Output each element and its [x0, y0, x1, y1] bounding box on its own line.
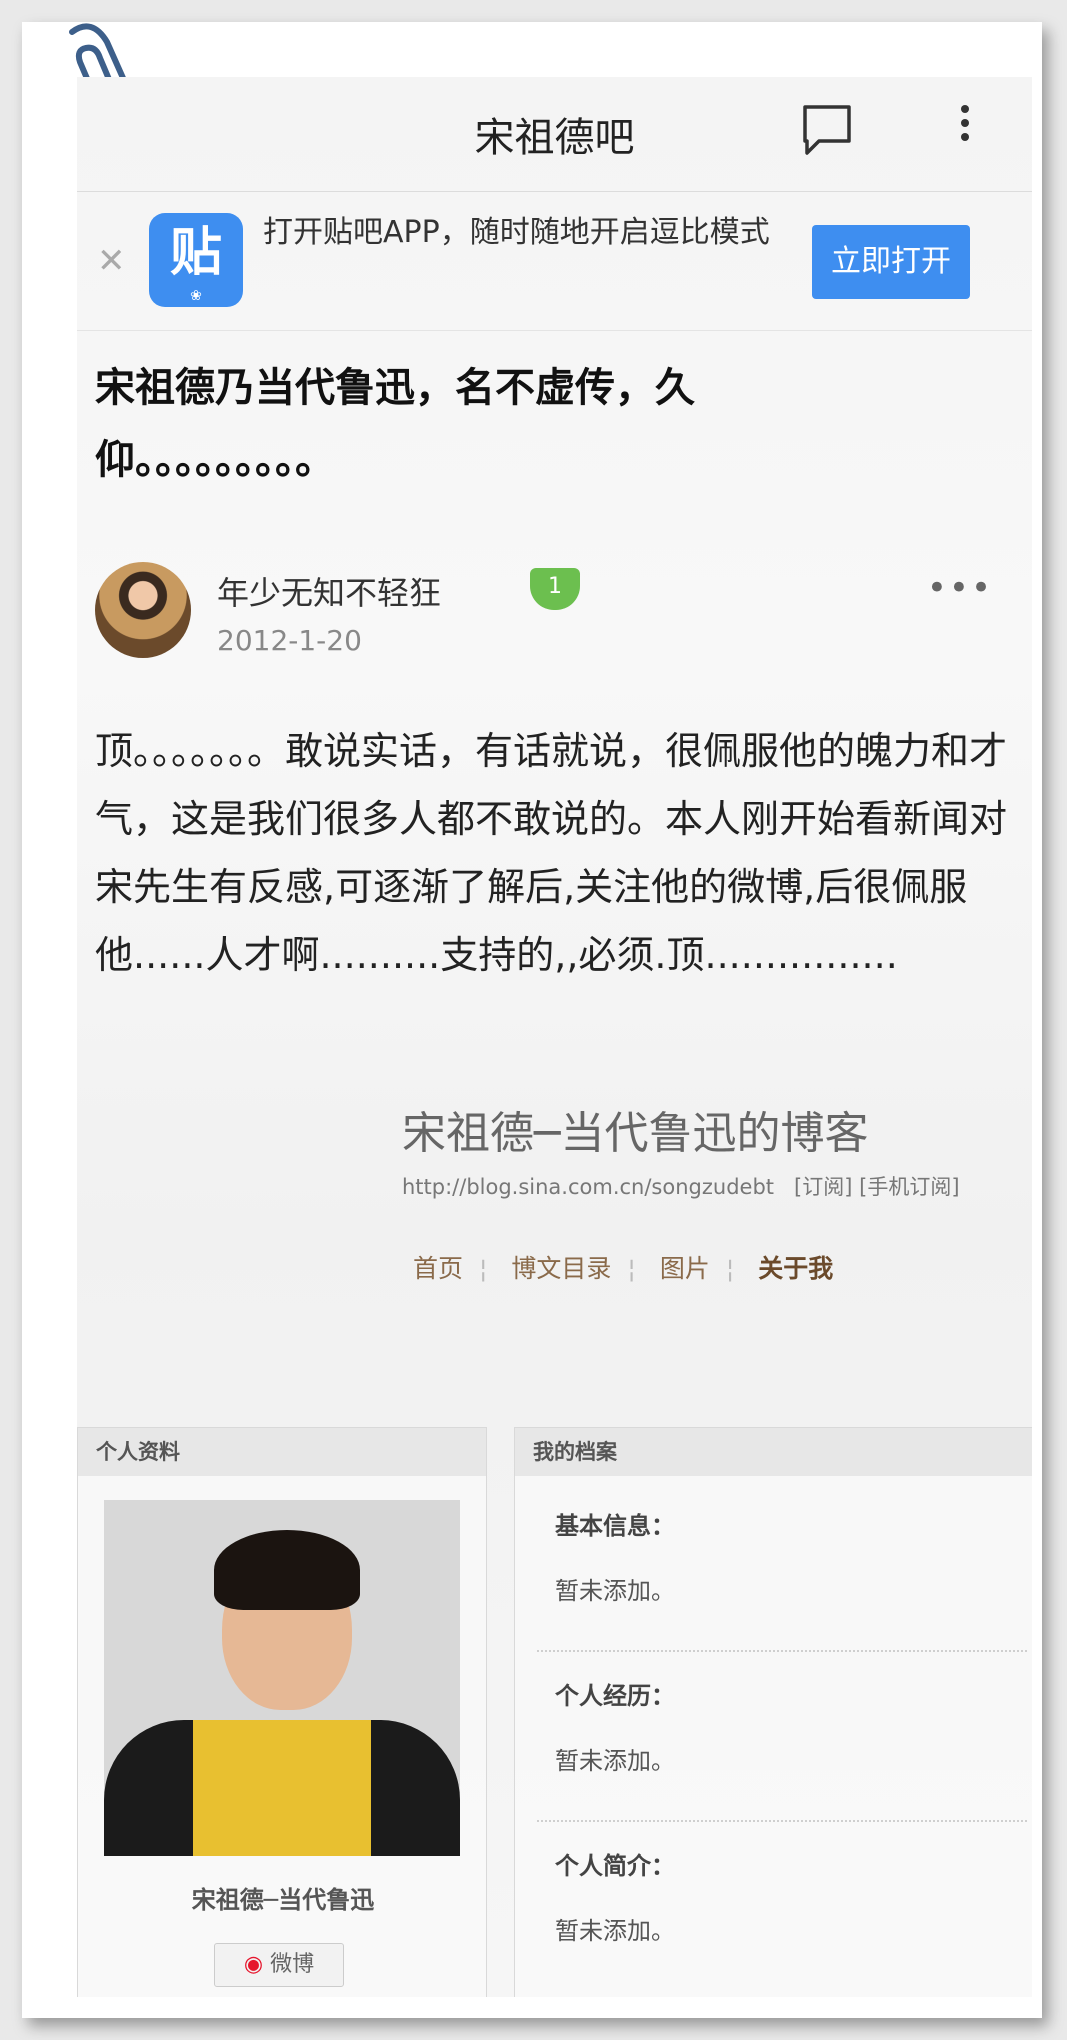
blog-url: http://blog.sina.com.cn/songzudebt: [402, 1175, 775, 1199]
nav-articles: 博文目录: [511, 1254, 612, 1283]
page-title: 宋祖德吧: [474, 115, 635, 161]
post-date: 2012-1-20: [217, 624, 362, 657]
blog-screenshot-header: 宋祖德─当代鲁迅的博客 http://blog.sina.com.cn/song…: [77, 1097, 1032, 1377]
section-value: 暂未添加。: [555, 1577, 675, 1605]
tieba-screen: 宋祖德吧 ✕ 贴 ❀ 打开贴吧APP，随时随地开启逗比模式 立即打开 宋祖德乃当…: [77, 77, 1032, 1997]
section-label: 基本信息：: [555, 1512, 675, 1540]
profile-header: 个人资料: [78, 1428, 486, 1476]
section-value: 暂未添加。: [555, 1917, 675, 1945]
subscribe-link: [订阅]: [794, 1175, 853, 1199]
profile-caption: 宋祖德─当代鲁迅: [191, 1886, 375, 1914]
profile-photo: [104, 1500, 460, 1856]
divider: [537, 1820, 1027, 1822]
intro-section: 个人简介： 暂未添加。: [555, 1846, 1015, 1946]
nav-pictures: 图片: [659, 1254, 710, 1283]
top-bar: 宋祖德吧: [77, 77, 1032, 192]
blog-nav: 首页 ¦ 博文目录 ¦ 图片 ¦ 关于我: [397, 1249, 849, 1285]
weibo-button: ◉ 微博: [214, 1943, 344, 1987]
archive-header: 我的档案: [515, 1428, 1032, 1476]
divider: [537, 1650, 1027, 1652]
logo-char: 贴: [169, 223, 222, 283]
blog-url-line: http://blog.sina.com.cn/songzudebt [订阅] …: [402, 1171, 960, 1201]
basic-info-section: 基本信息： 暂未添加。: [555, 1506, 1015, 1606]
banner-text: 打开贴吧APP，随时随地开启逗比模式: [263, 215, 770, 250]
blog-title: 宋祖德─当代鲁迅的博客: [402, 1108, 869, 1159]
close-banner-icon[interactable]: ✕: [97, 241, 126, 281]
paw-icon: ❀: [190, 288, 202, 304]
author-row: 年少无知不轻狂 1 2012-1-20 •••: [95, 562, 1015, 672]
section-label: 个人经历：: [555, 1682, 675, 1710]
more-menu-icon[interactable]: [957, 99, 973, 159]
avatar[interactable]: [95, 562, 191, 658]
post-title: 宋祖德乃当代鲁迅，名不虚传，久仰。。。。。。。。。: [95, 365, 695, 483]
section-label: 个人简介：: [555, 1852, 675, 1880]
post-content: 顶。。。。。。。敢说实话，有话就说，很佩服他的魄力和才气，这是我们很多人都不敢说…: [95, 729, 1008, 977]
experience-section: 个人经历： 暂未添加。: [555, 1676, 1015, 1776]
paper-frame: 宋祖德吧 ✕ 贴 ❀ 打开贴吧APP，随时随地开启逗比模式 立即打开 宋祖德乃当…: [22, 22, 1042, 2018]
mobile-subscribe-link: [手机订阅]: [859, 1175, 960, 1199]
nav-home: 首页: [413, 1254, 464, 1283]
tieba-app-logo: 贴 ❀: [149, 213, 243, 307]
profile-panel: 个人资料 宋祖德─当代鲁迅 ◉ 微博: [77, 1427, 487, 1997]
weibo-icon: ◉: [243, 1952, 264, 1977]
open-app-button[interactable]: 立即打开: [812, 225, 970, 299]
weibo-label: 微博: [270, 1952, 315, 1977]
author-name[interactable]: 年少无知不轻狂: [217, 568, 441, 614]
level-badge: 1: [530, 568, 580, 610]
app-banner: ✕ 贴 ❀ 打开贴吧APP，随时随地开启逗比模式 立即打开: [77, 193, 1032, 331]
nav-about: 关于我: [758, 1254, 834, 1283]
archive-panel: 我的档案 基本信息： 暂未添加。 个人经历： 暂未添加。 个人简介： 暂未添加。: [514, 1427, 1032, 1997]
post-options-icon[interactable]: •••: [927, 568, 993, 608]
section-value: 暂未添加。: [555, 1747, 675, 1775]
message-icon[interactable]: [799, 101, 855, 157]
